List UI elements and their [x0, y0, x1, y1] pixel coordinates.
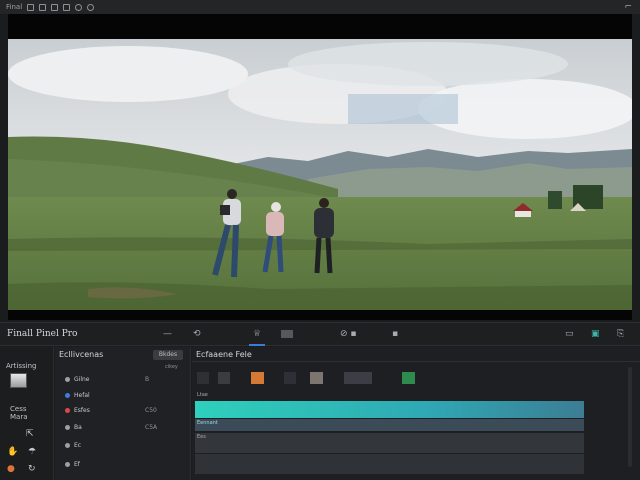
minus-icon[interactable]: —: [163, 328, 172, 340]
list-item[interactable]: Ec: [65, 440, 185, 450]
effects-browser-panel: Ecllivcenas Bkdes cikey Gilne B Hefal Es…: [55, 347, 191, 480]
timeline-clip-main[interactable]: Ltae: [195, 392, 584, 418]
timeline-thumbnail[interactable]: [251, 372, 264, 384]
share-icon[interactable]: ⟲: [193, 328, 201, 340]
timeline-track-four[interactable]: [195, 454, 584, 474]
timeline-scrollbar[interactable]: [628, 367, 632, 467]
clip-marker-icon[interactable]: ▪: [392, 328, 398, 340]
grid-icon[interactable]: [39, 3, 47, 11]
hand-icon[interactable]: ✋: [7, 447, 18, 457]
timeline-thumbnail[interactable]: [344, 372, 372, 384]
menu-final[interactable]: Final: [6, 3, 22, 11]
save-icon[interactable]: ▣: [591, 328, 600, 340]
video-viewer[interactable]: [8, 14, 632, 320]
item-dot: [65, 407, 70, 413]
item-dot: [65, 424, 70, 430]
list-item[interactable]: Ba C5A: [65, 422, 185, 432]
item-dot: [65, 376, 70, 382]
media-sublabel: Mara: [10, 413, 28, 421]
brush-icon[interactable]: ☂: [28, 447, 36, 457]
timeline-thumbnail[interactable]: [218, 372, 230, 384]
loop-icon[interactable]: [87, 3, 95, 11]
clip-icon[interactable]: [281, 330, 293, 338]
loop-icon[interactable]: ↻: [28, 464, 36, 474]
crown-icon[interactable]: ♕: [248, 328, 266, 346]
timeline-panel: Ecfaaene Fele Ltae Eennant Ees: [192, 347, 640, 480]
track-label: Ees: [197, 434, 206, 440]
list-item[interactable]: Gilne B: [65, 374, 185, 384]
landscape-frame-image: [8, 39, 632, 310]
color-icon[interactable]: ●: [7, 464, 15, 474]
export-icon[interactable]: ⎘: [617, 328, 624, 340]
timeline-title: Ecfaaene Fele: [196, 350, 252, 359]
track-label: Ltae: [197, 392, 208, 398]
timeline-thumbnail[interactable]: [310, 372, 323, 384]
top-menu-bar: Final ⌐: [0, 0, 640, 14]
left-tools-panel: Artissing Cess Mara ⇱ ✋ ☂ ● ↻: [0, 347, 54, 480]
timeline-thumbnail[interactable]: [402, 372, 415, 384]
browser-button[interactable]: Bkdes: [153, 350, 183, 360]
list-item[interactable]: Hefal: [65, 390, 185, 400]
tools-title: Artissing: [6, 362, 37, 370]
list-item[interactable]: Esfes C50: [65, 405, 185, 415]
media-label: Cess: [10, 405, 27, 413]
pointer-icon[interactable]: ⇱: [26, 429, 34, 439]
timeline-divider: [192, 361, 640, 362]
window-close-icon[interactable]: ⌐: [624, 2, 632, 12]
item-dot: [65, 442, 70, 448]
list-item[interactable]: Ef: [65, 459, 185, 469]
main-toolbar: Finall Pinel Pro — ⟲ ♕ ⊘ ▪ ▪ ▭ ▣ ⎘: [0, 322, 640, 346]
media-swatch[interactable]: [10, 373, 27, 388]
file-icon[interactable]: [27, 3, 35, 11]
timeline-track-three[interactable]: Ees: [195, 433, 584, 453]
video-frame: [8, 39, 632, 310]
browser-title: Ecllivcenas: [59, 350, 104, 359]
timeline-thumbnail[interactable]: [197, 372, 209, 384]
browser-subtitle: cikey: [165, 364, 178, 370]
timeline-thumbnail[interactable]: [284, 372, 296, 384]
stack-icon[interactable]: [51, 3, 59, 11]
tools-icon[interactable]: ⊘ ▪: [340, 328, 357, 340]
folder-icon[interactable]: ▭: [565, 328, 574, 340]
app-title: Finall Pinel Pro: [7, 329, 78, 339]
track-label: Eennant: [197, 420, 218, 426]
item-dot: [65, 392, 70, 398]
circle-icon[interactable]: [75, 3, 83, 11]
layers-icon[interactable]: [63, 3, 71, 11]
item-dot: [65, 461, 70, 467]
timeline-track-two[interactable]: Eennant: [195, 419, 584, 431]
